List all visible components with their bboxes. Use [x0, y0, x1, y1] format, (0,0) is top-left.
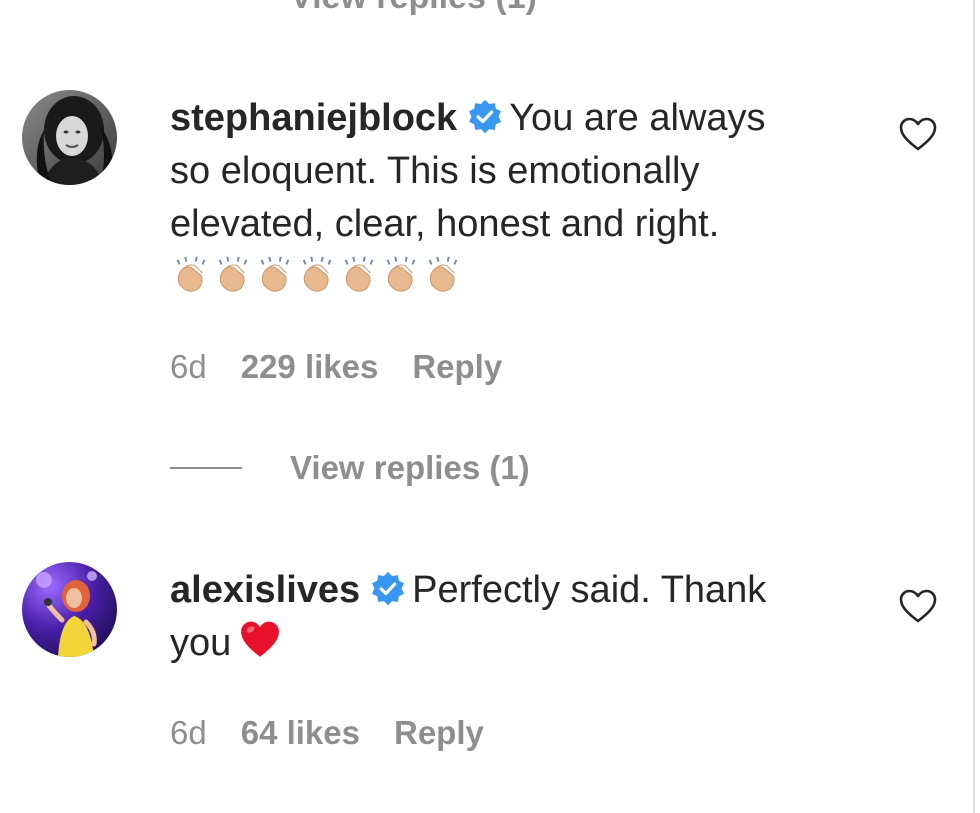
- clapping-hands-icon: [302, 256, 332, 292]
- reply-button[interactable]: Reply: [394, 714, 484, 751]
- likes-count[interactable]: 229 likes: [241, 348, 379, 385]
- view-replies-label: View replies (1): [290, 449, 530, 486]
- comment-meta: 6d 64 likes Reply: [170, 714, 518, 752]
- clapping-hands-icon: [428, 256, 458, 292]
- view-replies-button[interactable]: View replies (1): [170, 448, 530, 488]
- comments-panel: View replies (1): [0, 0, 980, 813]
- comment-time[interactable]: 6d: [170, 714, 207, 751]
- comment-text-line: you: [170, 622, 232, 664]
- view-replies-partial[interactable]: View replies (1): [290, 0, 537, 17]
- clapping-hands-icon: [260, 256, 290, 292]
- comment-text-line: so eloquent. This is emotionally: [170, 150, 700, 192]
- verified-badge-icon: [469, 99, 502, 134]
- verified-badge-icon: [372, 571, 405, 606]
- clapping-hands-icon: [344, 256, 374, 292]
- clapping-hands-emoji-row: [170, 253, 870, 297]
- comment-meta: 6d 229 likes Reply: [170, 348, 536, 386]
- heart-outline-icon[interactable]: [898, 115, 938, 155]
- clapping-hands-icon: [176, 256, 206, 292]
- username[interactable]: alexislives: [170, 569, 360, 611]
- comment-text-line: Perfectly said. Thank: [412, 569, 767, 611]
- username[interactable]: stephaniejblock: [170, 97, 457, 139]
- heart-outline-icon[interactable]: [898, 587, 938, 627]
- grayscale-woman-portrait-icon: [22, 90, 117, 185]
- comment-body: stephaniejblock You are always so eloque…: [170, 92, 870, 297]
- performer-on-stage-portrait-icon: [22, 562, 117, 657]
- comment-text-line: elevated, clear, honest and right.: [170, 203, 720, 245]
- divider-line: [170, 467, 242, 469]
- panel-divider: [973, 0, 975, 813]
- comment-text-line: You are always: [509, 97, 766, 139]
- red-heart-emoji-icon: [241, 621, 280, 657]
- likes-count[interactable]: 64 likes: [241, 714, 360, 751]
- comment-body: alexislives Perfectly said. Thank you: [170, 564, 870, 670]
- avatar[interactable]: [22, 562, 117, 657]
- reply-button[interactable]: Reply: [412, 348, 502, 385]
- clapping-hands-icon: [386, 256, 416, 292]
- avatar[interactable]: [22, 90, 117, 185]
- clapping-hands-icon: [218, 256, 248, 292]
- comment-time[interactable]: 6d: [170, 348, 207, 385]
